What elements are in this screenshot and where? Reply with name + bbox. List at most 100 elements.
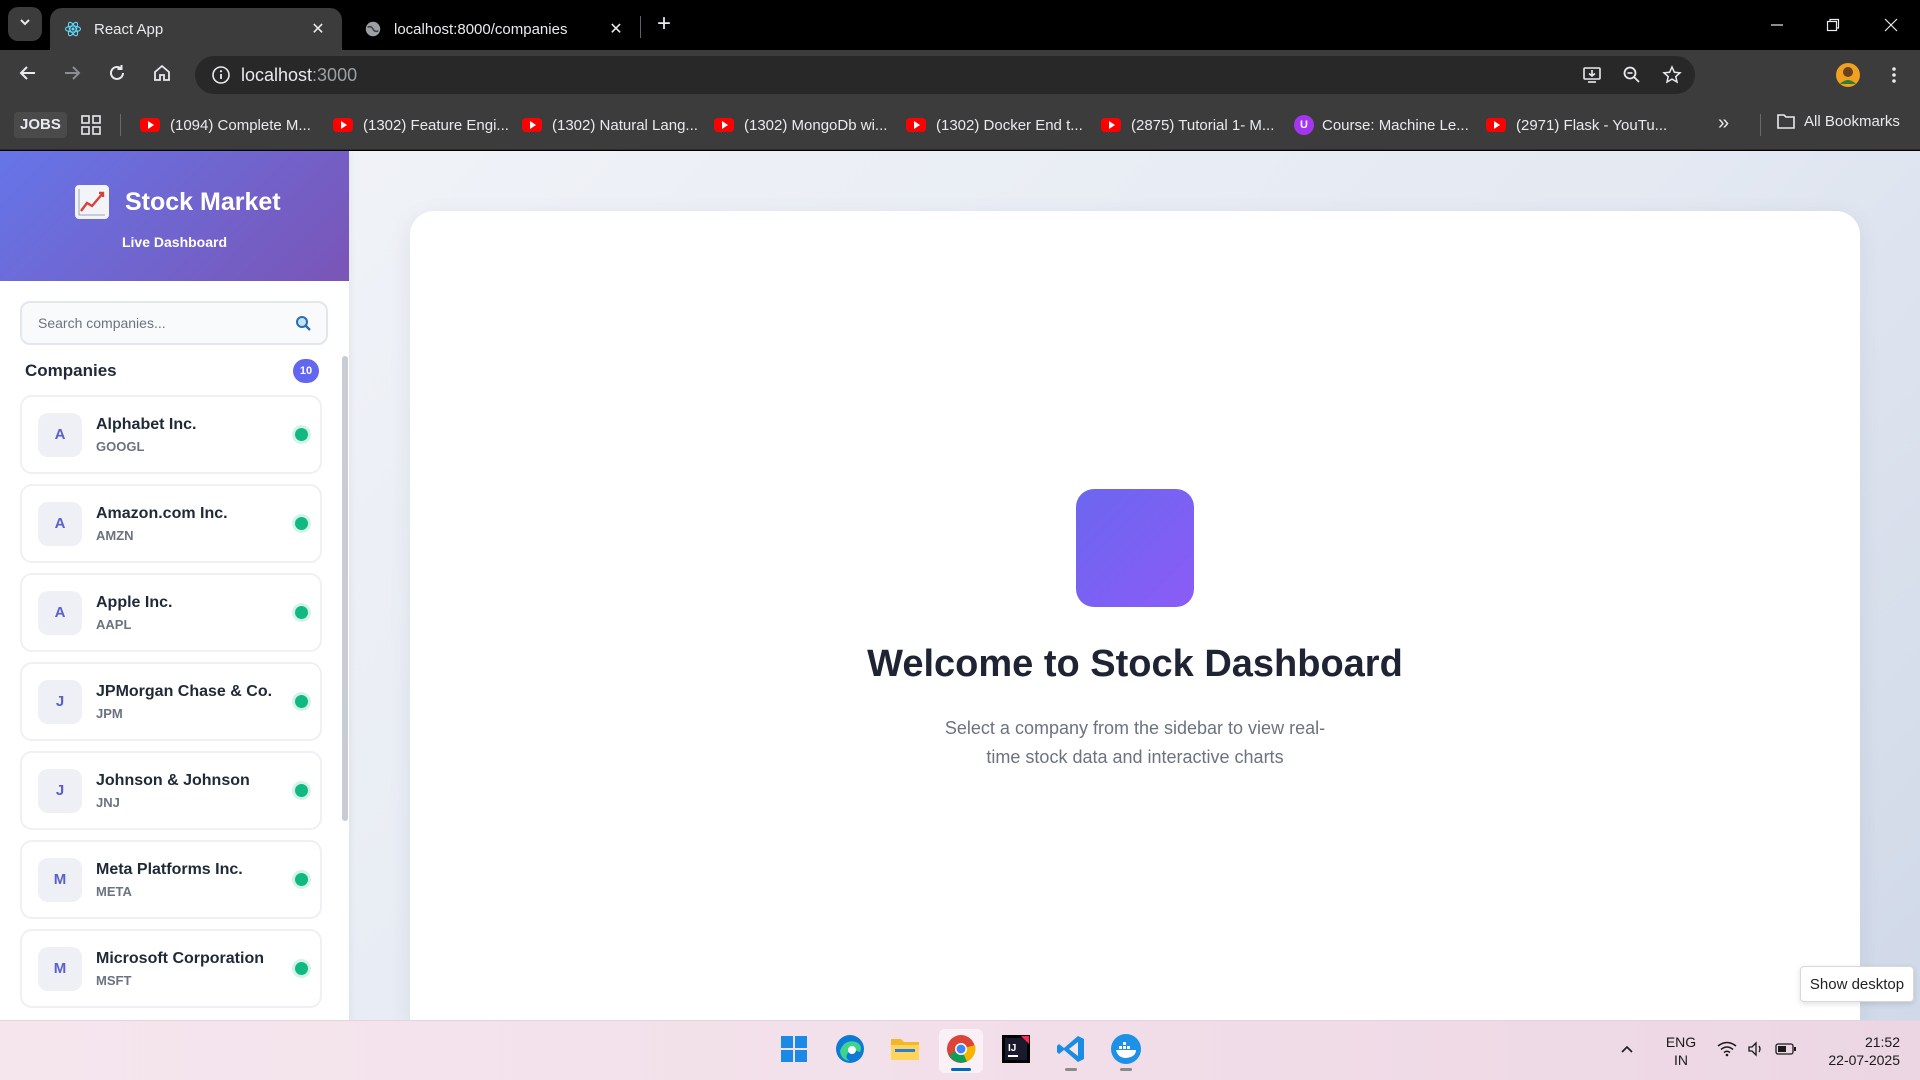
company-ticker: META xyxy=(96,884,132,899)
running-indicator xyxy=(1065,1068,1077,1071)
bookmark-item[interactable]: (2971) Flask - YouTu... xyxy=(1486,112,1667,138)
menu-icon[interactable] xyxy=(1878,59,1910,91)
intellij-app[interactable]: IJ xyxy=(994,1029,1038,1073)
company-info: Amazon.com Inc. AMZN xyxy=(96,504,295,543)
company-info: Johnson & Johnson JNJ xyxy=(96,771,295,810)
search-input[interactable] xyxy=(38,315,295,331)
bookmark-item[interactable]: (1302) Natural Lang... xyxy=(522,112,698,138)
company-name: Johnson & Johnson xyxy=(96,772,250,789)
companies-count-badge: 10 xyxy=(293,359,319,383)
bookmark-item[interactable]: (1302) MongoDb wi... xyxy=(714,112,887,138)
show-desktop-tooltip: Show desktop xyxy=(1800,966,1914,1002)
tab-react-app[interactable]: React App ✕ xyxy=(50,8,342,50)
all-bookmarks-label: All Bookmarks xyxy=(1804,112,1900,130)
company-info: Microsoft Corporation MSFT xyxy=(96,949,295,988)
youtube-icon xyxy=(1101,118,1121,132)
company-avatar: A xyxy=(38,412,82,457)
language-code: ENG xyxy=(1665,1034,1697,1050)
company-avatar: M xyxy=(38,857,82,902)
welcome-text: Select a company from the sidebar to vie… xyxy=(944,718,1326,767)
bookmark-jobs[interactable]: JOBS xyxy=(14,112,67,138)
brand-title: Stock Market xyxy=(125,187,281,216)
tab-search-button[interactable] xyxy=(8,7,42,41)
bookmark-item[interactable]: (2875) Tutorial 1- M... xyxy=(1101,112,1274,138)
bookmark-label: (1302) Docker End t... xyxy=(936,116,1083,134)
chrome-app[interactable] xyxy=(939,1029,983,1073)
company-card[interactable]: A Amazon.com Inc. AMZN xyxy=(20,484,322,563)
company-info: Meta Platforms Inc. META xyxy=(96,860,295,899)
tab-companies[interactable]: localhost:8000/companies ✕ xyxy=(350,8,640,50)
company-name: Microsoft Corporation xyxy=(96,950,264,967)
company-card[interactable]: J Johnson & Johnson JNJ xyxy=(20,751,322,830)
tray-overflow-button[interactable] xyxy=(1610,1029,1644,1073)
chevron-up-icon xyxy=(1619,1041,1635,1062)
company-card[interactable]: M Microsoft Corporation MSFT xyxy=(20,929,322,1008)
bookmarks-overflow-button[interactable]: » xyxy=(1718,112,1729,135)
welcome-title: Welcome to Stock Dashboard xyxy=(867,643,1403,685)
clock-time: 21:52 xyxy=(1864,1034,1900,1050)
system-tray-status[interactable] xyxy=(1712,1029,1802,1073)
live-status-dot xyxy=(295,873,308,886)
profile-avatar[interactable] xyxy=(1832,59,1864,91)
welcome-logo-icon xyxy=(1076,489,1194,607)
bookmark-item[interactable]: U Course: Machine Le... xyxy=(1294,112,1469,138)
company-avatar: A xyxy=(38,590,82,635)
minimize-icon[interactable] xyxy=(1762,10,1792,40)
browser-toolbar: localhost:3000 xyxy=(0,50,1920,100)
welcome-panel: Welcome to Stock Dashboard Select a comp… xyxy=(410,211,1860,1020)
bookmark-label: (1302) MongoDb wi... xyxy=(744,116,888,134)
edge-app[interactable] xyxy=(828,1029,872,1073)
bookmark-label: (1302) Natural Lang... xyxy=(552,116,698,134)
back-button[interactable] xyxy=(12,59,44,91)
clock[interactable]: 21:52 22-07-2025 xyxy=(1810,1033,1900,1069)
apps-grid-icon[interactable] xyxy=(80,114,102,136)
start-button[interactable] xyxy=(772,1029,816,1073)
volume-icon xyxy=(1747,1040,1765,1062)
bookmark-divider xyxy=(1760,114,1761,136)
company-card[interactable]: A Alphabet Inc. GOOGL xyxy=(20,395,322,474)
bookmark-star-icon[interactable] xyxy=(1657,60,1687,90)
all-bookmarks-button[interactable]: All Bookmarks xyxy=(1776,112,1900,130)
live-status-dot xyxy=(295,606,308,619)
tab-title: React App xyxy=(94,20,164,38)
restore-icon[interactable] xyxy=(1818,10,1848,40)
company-name: Meta Platforms Inc. xyxy=(96,861,243,878)
zoom-icon[interactable] xyxy=(1617,60,1647,90)
company-info: Alphabet Inc. GOOGL xyxy=(96,415,295,454)
company-card[interactable]: M Meta Platforms Inc. META xyxy=(20,840,322,919)
company-info: JPMorgan Chase & Co. JPM xyxy=(96,682,295,721)
live-status-dot xyxy=(295,517,308,530)
bookmark-item[interactable]: (1302) Docker End t... xyxy=(906,112,1083,138)
reload-icon xyxy=(107,63,127,88)
search-icon[interactable] xyxy=(295,315,312,332)
address-bar[interactable]: localhost:3000 xyxy=(195,56,1695,94)
vscode-icon xyxy=(1056,1034,1086,1069)
reload-button[interactable] xyxy=(101,59,133,91)
file-explorer-app[interactable] xyxy=(883,1029,927,1073)
url-port: :3000 xyxy=(312,64,358,85)
close-icon[interactable]: ✕ xyxy=(606,19,626,39)
forward-button[interactable] xyxy=(56,59,88,91)
language-region: IN xyxy=(1674,1052,1688,1068)
company-list: A Alphabet Inc. GOOGL A Amazon.com Inc. … xyxy=(20,395,323,1020)
company-card[interactable]: J JPMorgan Chase & Co. JPM xyxy=(20,662,322,741)
new-tab-button[interactable]: + xyxy=(650,11,678,39)
home-button[interactable] xyxy=(146,59,178,91)
language-indicator[interactable]: ENG IN xyxy=(1660,1033,1702,1069)
company-card[interactable]: A Apple Inc. AAPL xyxy=(20,573,322,652)
bookmark-item[interactable]: (1302) Feature Engi... xyxy=(333,112,509,138)
bookmark-item[interactable]: (1094) Complete M... xyxy=(140,112,311,138)
live-status-dot xyxy=(295,695,308,708)
window-close-icon[interactable] xyxy=(1876,10,1906,40)
chrome-icon xyxy=(945,1033,977,1070)
install-app-icon[interactable] xyxy=(1577,60,1607,90)
company-name: Apple Inc. xyxy=(96,594,173,611)
company-ticker: JPM xyxy=(96,706,123,721)
site-info-icon[interactable] xyxy=(201,65,241,85)
running-indicator xyxy=(1120,1068,1132,1071)
docker-app[interactable] xyxy=(1104,1029,1148,1073)
sidebar-scrollbar[interactable] xyxy=(342,356,348,821)
react-icon xyxy=(64,20,82,38)
vscode-app[interactable] xyxy=(1049,1029,1093,1073)
close-icon[interactable]: ✕ xyxy=(308,19,328,39)
